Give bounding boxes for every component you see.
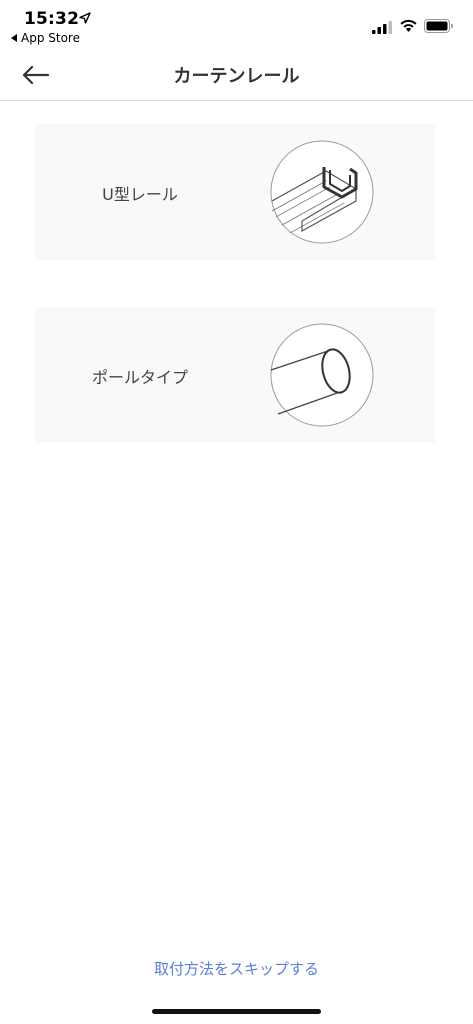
option-pole-label: ポールタイプ xyxy=(91,368,188,387)
location-arrow-icon xyxy=(79,12,91,24)
home-indicator[interactable] xyxy=(152,1009,321,1014)
nav-bar: カーテンレール xyxy=(0,50,473,101)
skip-install-method-link[interactable]: 取付方法をスキップする xyxy=(0,958,473,979)
status-time: 15:32 xyxy=(24,9,80,29)
pole-illustration xyxy=(270,323,374,427)
u-rail-illustration xyxy=(270,140,374,244)
option-u-rail[interactable]: U型レール xyxy=(35,124,435,260)
page-title: カーテンレール xyxy=(173,66,300,87)
wifi-icon xyxy=(400,19,417,32)
option-pole[interactable]: ポールタイプ xyxy=(35,307,435,443)
back-to-app-store[interactable]: App Store xyxy=(11,31,80,45)
status-bar: 15:32 App Store xyxy=(0,0,473,50)
battery-icon xyxy=(424,19,453,33)
screen: 15:32 App Store カーテンレール U型レール ポールタイプ 取付方… xyxy=(0,0,473,1024)
back-triangle-icon xyxy=(11,34,17,42)
cellular-signal-icon xyxy=(372,21,392,34)
back-app-label: App Store xyxy=(21,31,80,45)
option-u-rail-label: U型レール xyxy=(102,185,178,204)
